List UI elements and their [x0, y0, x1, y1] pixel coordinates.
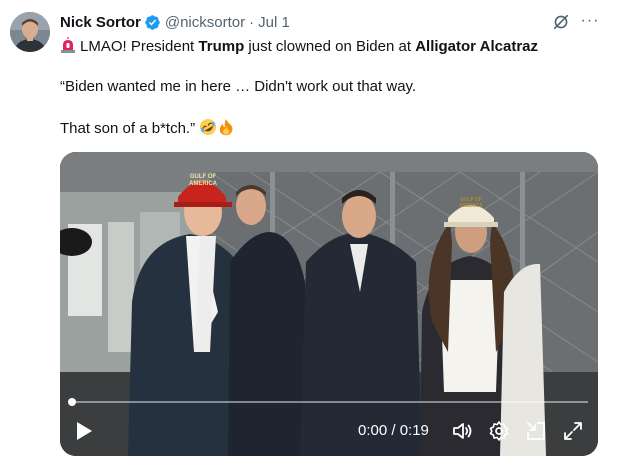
rotating-light-emoji: [61, 37, 75, 53]
hat-text-white: GULF OF AMERICA: [459, 197, 483, 209]
tweet-text-line-2: “Biden wanted me in here … Didn't work o…: [60, 78, 417, 95]
tweet[interactable]: Nick Sortor @nicksortor · Jul 1 ··· LMAO…: [0, 0, 620, 462]
more-icon[interactable]: ···: [580, 11, 600, 31]
settings-icon[interactable]: [488, 420, 510, 442]
volume-icon[interactable]: [451, 420, 473, 442]
author-name[interactable]: Nick Sortor: [60, 14, 141, 31]
tweet-header: Nick Sortor @nicksortor · Jul 1: [60, 12, 290, 32]
separator-dot: ·: [249, 13, 255, 31]
video-player[interactable]: GULF OF AMERICA GULF OF AMERICA 0:00 / 0…: [60, 152, 598, 456]
hat-text-red: GULF OF AMERICA: [189, 174, 217, 187]
tweet-text-quote-end: That son of a b*tch.”: [60, 120, 196, 137]
author-handle[interactable]: @nicksortor: [165, 14, 245, 31]
fire-emoji: [220, 119, 233, 136]
progress-bar[interactable]: [70, 401, 588, 403]
tweet-text-line-3: That son of a b*tch.”: [60, 118, 235, 139]
fullscreen-icon[interactable]: [562, 420, 584, 442]
verified-badge-icon: [145, 14, 160, 30]
tweet-text-bold-location: Alligator Alcatraz: [415, 38, 538, 55]
dock-icon[interactable]: [525, 420, 547, 442]
tweet-date[interactable]: Jul 1: [258, 14, 290, 31]
video-time: 0:00 / 0:19: [358, 422, 429, 439]
tweet-text-pre: LMAO! President: [80, 38, 199, 55]
tweet-text-bold-trump: Trump: [198, 38, 245, 55]
tweet-text-line-1: LMAO! President Trump just clowned on Bi…: [60, 37, 538, 57]
play-icon[interactable]: [74, 420, 94, 442]
rolling-on-floor-laughing-emoji: [200, 119, 217, 135]
video-frame: [60, 152, 598, 456]
tweet-text-mid: just clowned on Biden at: [244, 38, 416, 55]
progress-handle[interactable]: [68, 398, 76, 406]
avatar[interactable]: [10, 12, 50, 52]
grok-icon[interactable]: [552, 13, 570, 31]
